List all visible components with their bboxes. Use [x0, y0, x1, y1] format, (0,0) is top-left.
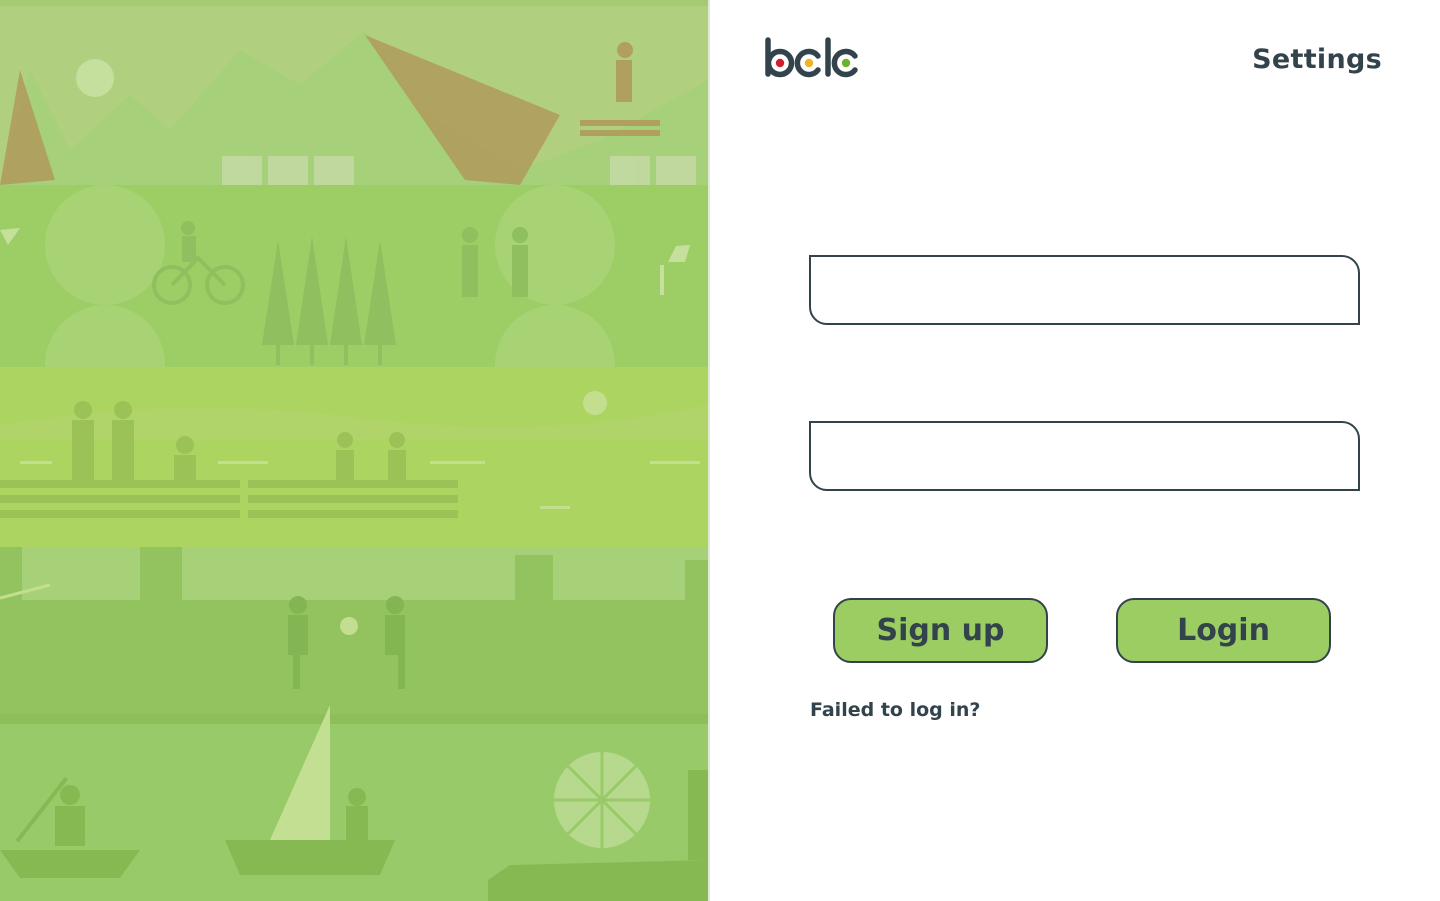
username-field[interactable] — [809, 255, 1360, 325]
background-illustration — [0, 0, 708, 901]
password-field[interactable] — [809, 421, 1360, 491]
signup-button[interactable]: Sign up — [833, 598, 1048, 663]
sun-icon — [76, 59, 114, 97]
failed-login-link[interactable]: Failed to log in? — [810, 699, 980, 721]
ferris-wheel-icon — [554, 752, 650, 848]
landscape-illustration — [0, 0, 708, 901]
panel-divider — [708, 0, 710, 901]
signup-button-label: Sign up — [876, 613, 1005, 648]
bclc-logo — [763, 36, 859, 82]
login-button[interactable]: Login — [1116, 598, 1331, 663]
login-button-label: Login — [1177, 613, 1270, 648]
settings-link[interactable]: Settings — [1252, 44, 1382, 75]
